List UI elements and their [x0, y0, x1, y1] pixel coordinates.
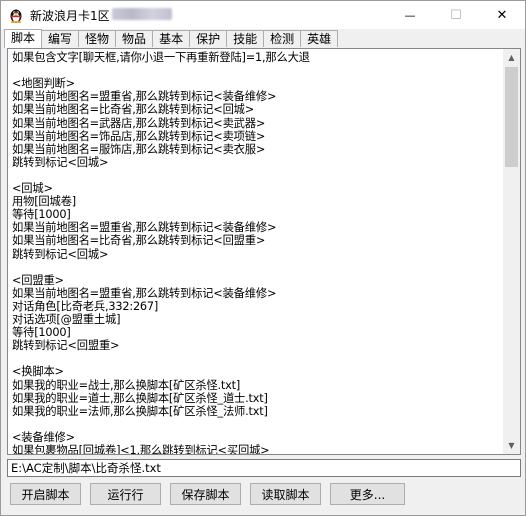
tab-write[interactable]: 编写: [41, 30, 80, 47]
script-line: <回城>: [12, 182, 53, 195]
tab-item[interactable]: 物品: [115, 30, 154, 47]
window-title: 新波浪月卡1区: [30, 9, 110, 23]
tab-detect[interactable]: 检测: [263, 30, 302, 47]
tab-basic[interactable]: 基本: [152, 30, 191, 47]
script-line: 如果当前地图名=饰品店,那么跳转到标记<卖项链>: [12, 129, 266, 143]
close-icon: ✕: [496, 7, 508, 23]
scroll-down-arrow-icon[interactable]: ▼: [503, 437, 520, 454]
title-bar[interactable]: 新波浪月卡1区 — ☐ ✕: [1, 1, 525, 29]
maximize-button[interactable]: ☐: [433, 1, 479, 29]
script-line: 如果我的职业=道士,那么换脚本[矿区杀怪_道士.txt]: [12, 391, 268, 405]
script-line: <地图判断>: [12, 77, 75, 91]
tab-hero[interactable]: 英雄: [300, 30, 339, 47]
minimize-button[interactable]: —: [387, 1, 433, 29]
scroll-up-arrow-icon[interactable]: ▲: [503, 49, 520, 66]
script-line: 如果当前地图名=盟重省,那么跳转到标记<装备维修>: [12, 286, 277, 300]
script-line: 用物[回城卷]: [12, 195, 76, 209]
script-line: 如果我的职业=法师,那么换脚本[矿区杀怪_法师.txt]: [12, 404, 268, 418]
close-button[interactable]: ✕: [479, 1, 525, 29]
vertical-scrollbar[interactable]: ▲ ▼: [503, 49, 520, 454]
penguin-app-icon: [10, 9, 22, 23]
script-line: <回盟重>: [12, 273, 64, 287]
script-line: 等待[1000]: [12, 326, 71, 340]
script-line: 如果我的职业=战士,那么换脚本[矿区杀怪.txt]: [12, 378, 241, 392]
script-line: <换脚本>: [12, 365, 64, 379]
save-script-button[interactable]: 保存脚本: [170, 483, 241, 505]
script-line: 如果当前地图名=盟重省,那么跳转到标记<装备维修>: [12, 221, 277, 235]
script-line: 跳转到标记<回城>: [12, 155, 109, 169]
script-line: 跳转到标记<回城>: [12, 247, 109, 261]
tab-protect[interactable]: 保护: [189, 30, 228, 47]
script-line: 如果包含文字[聊天框,请你小退一下再重新登陆]=1,那么大退: [12, 51, 310, 64]
script-line: 如果当前地图名=服饰店,那么跳转到标记<卖衣服>: [12, 142, 266, 156]
script-line: 等待[1000]: [12, 208, 71, 222]
tab-strip: 脚本 编写 怪物 物品 基本 保护 技能 检测 英雄: [4, 29, 339, 48]
start-script-button[interactable]: 开启脚本: [10, 483, 81, 505]
script-line: 跳转到标记<回盟重>: [12, 339, 120, 353]
script-line: 对话角色[比奇老兵,332:267]: [12, 299, 159, 313]
run-line-button[interactable]: 运行行: [90, 483, 161, 505]
load-script-button[interactable]: 读取脚本: [250, 483, 321, 505]
tab-skill[interactable]: 技能: [226, 30, 265, 47]
script-line: 如果当前地图名=武器店,那么跳转到标记<卖武器>: [12, 116, 266, 130]
scroll-thumb[interactable]: [505, 67, 518, 167]
script-line: 对话选项[@盟重土城]: [12, 313, 121, 326]
script-line: 如果包裹物品[回城卷]<1,那么跳转到标记<买回城>: [12, 444, 270, 455]
script-line: 如果当前地图名=比奇省,那么跳转到标记<回城>: [12, 103, 255, 117]
script-line: 如果当前地图名=盟重省,那么跳转到标记<装备维修>: [12, 90, 277, 104]
script-path-field[interactable]: E:\AC定制\脚本\比奇杀怪.txt: [7, 459, 521, 477]
minimize-icon: —: [404, 8, 416, 22]
tab-monster[interactable]: 怪物: [78, 30, 117, 47]
app-window: 新波浪月卡1区 — ☐ ✕ 脚本 编写 怪物 物品 基本 保护 技能 检测 英雄…: [0, 0, 526, 516]
more-button[interactable]: 更多...: [330, 483, 405, 505]
script-line: 如果当前地图名=比奇省,那么跳转到标记<回盟重>: [12, 234, 266, 248]
blurred-title-region: [112, 8, 172, 20]
tab-script[interactable]: 脚本: [4, 29, 43, 48]
maximize-icon: ☐: [450, 7, 462, 23]
script-editor[interactable]: 如果包裹物品[回城卷]<1,那么跳转到标记<买回城> <装备维修> 如果我的职业=法…: [7, 48, 521, 455]
script-line: <装备维修>: [12, 430, 75, 444]
